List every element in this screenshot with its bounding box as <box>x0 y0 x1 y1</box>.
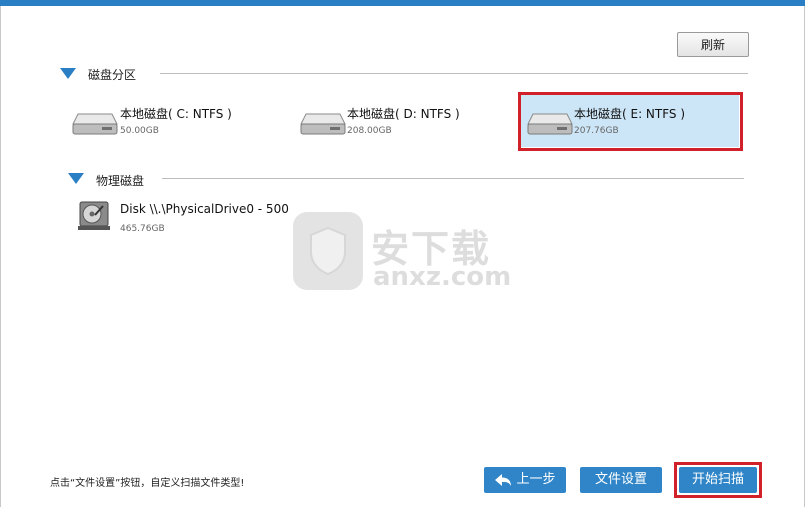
disk-size: 465.76GB <box>120 224 165 234</box>
start-scan-highlight-box <box>674 462 762 498</box>
drive-size: 208.00GB <box>347 126 392 136</box>
partitions-label: 磁盘分区 <box>88 68 137 82</box>
watermark-logo: 安下载 anxz.com <box>293 212 513 294</box>
shield-icon <box>293 212 363 290</box>
section-divider <box>160 73 748 74</box>
drive-size: 50.00GB <box>120 126 159 136</box>
partitions-section-header[interactable]: 磁盘分区 <box>58 65 748 85</box>
window-top-bar <box>0 0 805 6</box>
file-settings-button[interactable]: 文件设置 <box>580 467 662 493</box>
physical-label: 物理磁盘 <box>96 174 145 188</box>
drive-name: 本地磁盘( C: NTFS ) <box>120 107 232 121</box>
drive-name: 本地磁盘( D: NTFS ) <box>347 107 460 121</box>
collapse-triangle-icon[interactable] <box>68 173 84 184</box>
footer-hint: 点击“文件设置”按钮，自定义扫描文件类型! <box>50 478 245 489</box>
drive-item-d[interactable]: 本地磁盘( D: NTFS ) 208.00GB <box>296 98 496 150</box>
window-left-border <box>0 6 1 507</box>
back-button[interactable]: 上一步 <box>484 467 566 493</box>
hdd-icon <box>72 113 118 135</box>
physical-disk-icon <box>78 201 110 230</box>
refresh-button[interactable]: 刷新 <box>677 32 749 57</box>
watermark-en: anxz.com <box>373 262 512 292</box>
back-label: 上一步 <box>516 472 556 487</box>
physical-section-header[interactable]: 物理磁盘 <box>66 170 746 190</box>
hdd-icon <box>300 113 346 135</box>
selection-highlight-box <box>518 92 743 151</box>
collapse-triangle-icon[interactable] <box>60 68 76 79</box>
disk-name: Disk \\.\PhysicalDrive0 - 500 <box>120 202 289 216</box>
drive-item-c[interactable]: 本地磁盘( C: NTFS ) 50.00GB <box>68 98 268 150</box>
back-arrow-icon <box>495 474 512 486</box>
section-divider <box>162 178 744 179</box>
